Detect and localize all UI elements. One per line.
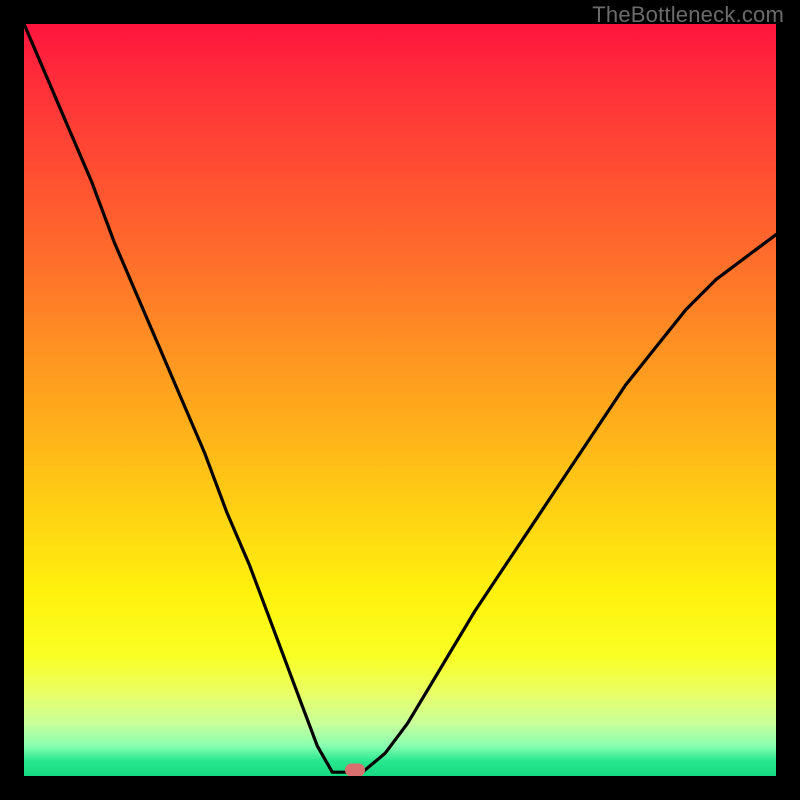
curve-svg [24, 24, 776, 776]
watermark-text: TheBottleneck.com [592, 2, 784, 28]
optimum-marker [345, 763, 365, 776]
plot-area [24, 24, 776, 776]
chart-frame: TheBottleneck.com [0, 0, 800, 800]
bottleneck-curve [24, 24, 776, 772]
